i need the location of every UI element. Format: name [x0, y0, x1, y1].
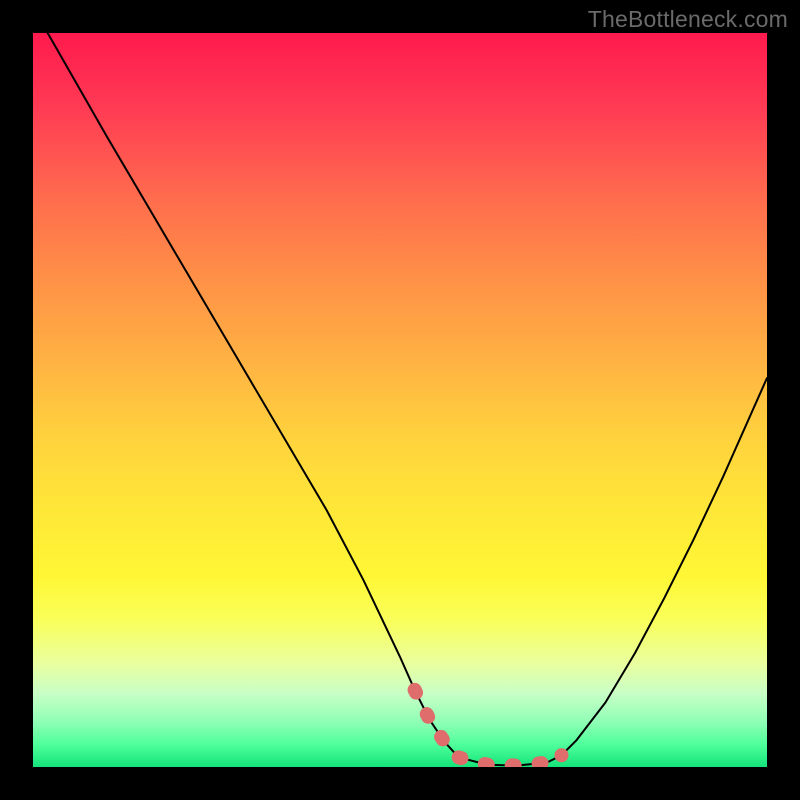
- plot-area: [33, 33, 767, 767]
- watermark-text: TheBottleneck.com: [588, 6, 788, 33]
- chart-highlight: [415, 690, 562, 766]
- chart-curve: [48, 33, 767, 766]
- chart-svg: [33, 33, 767, 767]
- chart-frame: TheBottleneck.com: [0, 0, 800, 800]
